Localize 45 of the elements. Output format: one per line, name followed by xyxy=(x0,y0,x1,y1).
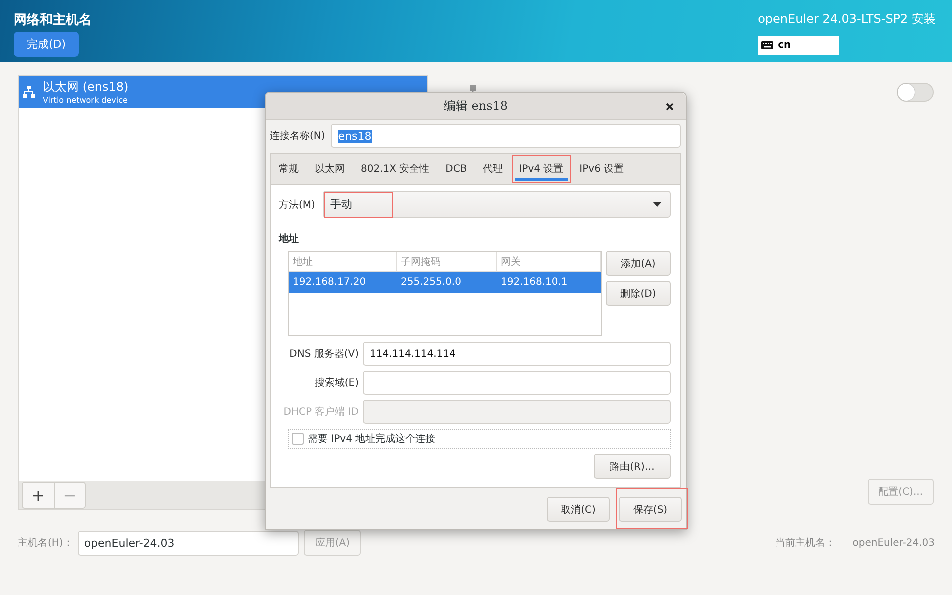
checkbox[interactable] xyxy=(292,433,304,445)
dialog-title: 编辑 ens18 xyxy=(444,98,508,114)
settings-tab[interactable]: 802.1X 安全性 xyxy=(353,154,438,184)
field-label: 搜索域(E) xyxy=(314,376,359,390)
method-label: 方法(M) xyxy=(279,198,316,212)
table-cell-text: 192.168.10.1 xyxy=(500,277,569,288)
table-cell-text: 192.168.17.20 xyxy=(292,277,368,288)
caret-icon xyxy=(653,202,662,207)
delete-button[interactable]: 删除(D) xyxy=(606,281,671,306)
page-title: 网络和主机名 xyxy=(14,12,92,29)
settings-tab[interactable]: DCB xyxy=(438,154,476,184)
hostname-field[interactable]: openEuler-24.03 xyxy=(78,530,300,556)
network-icon xyxy=(23,86,35,98)
keyboard-icon xyxy=(761,41,774,50)
method-dropdown[interactable]: 手动 xyxy=(323,191,671,218)
current-hostname-value: openEuler-24.03 xyxy=(852,538,935,548)
product-title: openEuler 24.03-LTS-SP2 安装 xyxy=(758,11,936,28)
hostname-label: 主机名(H)： xyxy=(18,536,74,550)
table-cell-text: 255.255.0.0 xyxy=(400,277,462,288)
address-row[interactable]: 192.168.17.20 255.255.0.0 192.168.10.1 xyxy=(289,272,601,293)
keyboard-layout-indicator[interactable]: cn xyxy=(758,36,840,55)
current-hostname-label: 当前主机名： xyxy=(776,536,836,550)
settings-tab[interactable]: 常规 xyxy=(271,154,307,184)
address-heading: 地址 xyxy=(279,232,300,246)
input-field[interactable]: 114.114.114.114 xyxy=(363,342,671,366)
dialog-button[interactable]: 保存(S) xyxy=(619,497,682,522)
close-icon[interactable] xyxy=(666,103,674,111)
device-toggle-switch[interactable] xyxy=(897,83,934,102)
routes-button[interactable]: 路由(R)… xyxy=(594,454,671,479)
add-device-button[interactable]: + xyxy=(23,482,54,508)
field-label: DNS 服务器(V) xyxy=(288,348,359,361)
add-button[interactable]: 添加(A) xyxy=(606,251,671,276)
settings-tab[interactable]: IPv6 设置 xyxy=(572,154,632,184)
settings-tab[interactable]: 以太网 xyxy=(307,154,353,184)
device-name: 以太网 (ens18) xyxy=(43,79,129,96)
connection-name-label: 连接名称(N) xyxy=(270,130,326,143)
device-description: Virtio network device xyxy=(43,96,129,105)
settings-tab[interactable]: 代理 xyxy=(475,154,512,184)
input-field[interactable] xyxy=(363,371,671,395)
connection-name-field[interactable]: ens18 xyxy=(331,124,681,148)
checkbox-label: 需要 IPv4 地址完成这个连接 xyxy=(308,432,436,446)
done-button[interactable]: 完成(D) xyxy=(14,32,80,57)
settings-tab[interactable]: IPv4 设置 xyxy=(511,154,572,184)
field-label: DHCP 客户端 ID xyxy=(282,406,359,419)
dialog-button[interactable]: 取消(C) xyxy=(547,497,610,522)
